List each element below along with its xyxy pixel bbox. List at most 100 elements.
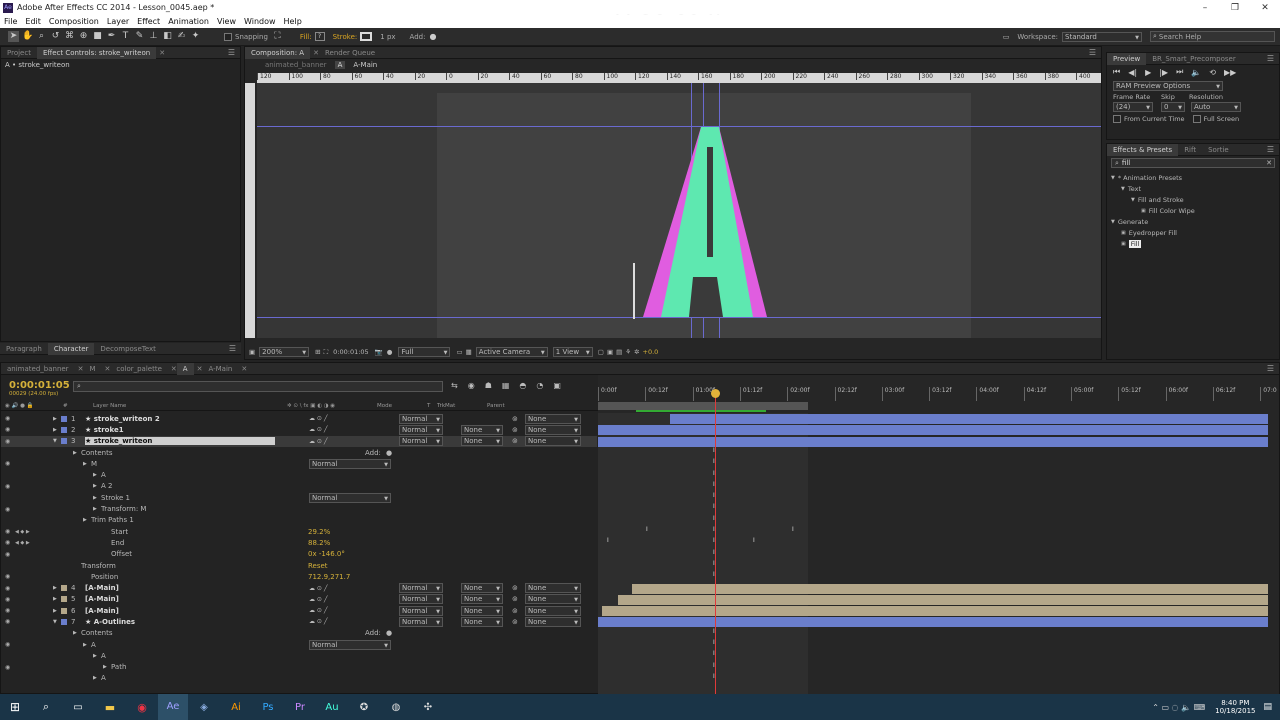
blend-mode-dropdown[interactable]: Normal (399, 413, 443, 425)
keyframe-icon[interactable]: I (607, 537, 609, 544)
timeline-timecode[interactable]: 0:00:01:05 (9, 380, 70, 391)
tab-timeline-1[interactable]: M (83, 363, 101, 375)
time-ruler[interactable]: 0:00f 00:12f 01:00f 01:12f 02:00f 02:12f 03:00… (598, 387, 1279, 401)
pickwhip-icon[interactable]: ⊚ (512, 426, 518, 434)
pickwhip-icon[interactable]: ⊚ (512, 595, 518, 603)
visibility-eye-icon[interactable]: ◉ (1, 528, 15, 535)
menu-view[interactable]: View (213, 17, 240, 26)
label-color-swatch[interactable] (61, 596, 67, 603)
panel-menu-icon[interactable]: ☰ (1267, 145, 1274, 154)
premiere-icon[interactable]: Pr (284, 702, 316, 713)
disclosure-triangle-icon[interactable]: ▶ (53, 416, 61, 422)
stroke-swatch[interactable] (360, 32, 373, 41)
ram-preview-options-dropdown[interactable]: RAM Preview Options (1113, 81, 1223, 92)
tab-render-queue[interactable]: Render Queue (319, 47, 381, 59)
layer-row[interactable]: ◉ ▶ 1 ★ stroke_writeon 2 ☁ ⊙ ╱ Normal ⊚ None (1, 413, 597, 425)
tab-preview[interactable]: Preview (1107, 52, 1147, 65)
playhead-icon[interactable] (711, 389, 720, 398)
property-row[interactable]: ◉ Position 712.9,271.7 (1, 571, 597, 582)
layer-row[interactable]: ◉ ▶ 4 [A-Main] ☁ ⊙ ╱ Normal None ⊚ None (1, 582, 597, 594)
disclosure-triangle-icon[interactable]: ▶ (103, 664, 111, 670)
disclosure-triangle-icon[interactable]: ▼ (53, 619, 61, 625)
parent-dropdown[interactable]: None (525, 436, 581, 447)
layer-duration-bar[interactable] (602, 606, 1268, 617)
property-row[interactable]: ◉ Offset 0x -146.0° (1, 549, 597, 560)
layer-name[interactable]: M (91, 460, 261, 468)
menu-composition[interactable]: Composition (45, 17, 103, 26)
layer-name[interactable]: A (101, 471, 261, 479)
app-icon[interactable]: ✣ (412, 702, 444, 713)
effects-tree-item[interactable]: ▣ Eyedropper Fill (1107, 227, 1279, 238)
layer-name[interactable]: End (111, 539, 261, 547)
visibility-eye-icon[interactable]: ◉ (1, 460, 15, 467)
trkmat-dropdown[interactable]: None (461, 605, 503, 617)
tab-composition[interactable]: Composition: A (245, 46, 311, 59)
parent-dropdown[interactable]: None (525, 605, 581, 617)
visibility-eye-icon[interactable]: ◉ (1, 438, 15, 445)
tab-sortie[interactable]: Sortie (1202, 144, 1235, 156)
disclosure-triangle-icon[interactable]: ▶ (83, 517, 91, 523)
disclosure-triangle-icon[interactable]: ▶ (83, 642, 91, 648)
property-row[interactable]: ◉ ▶ M Normal (1, 458, 597, 470)
app-icon[interactable]: ✪ (348, 702, 380, 713)
menu-edit[interactable]: Edit (21, 17, 45, 26)
blend-mode-dropdown[interactable]: Normal (399, 424, 443, 436)
property-row[interactable]: ◉ ◀ ◆ ▶ Start 29.2% (1, 526, 597, 537)
parent-dropdown[interactable]: None (525, 424, 581, 436)
letter-a-shape[interactable] (643, 127, 767, 319)
parent-dropdown[interactable]: None (525, 583, 581, 594)
property-row[interactable]: ▶ Contents Add: ● (1, 447, 597, 458)
property-row[interactable]: ◉ ◀ ◆ ▶ End 88.2% (1, 537, 597, 548)
layer-row[interactable]: ◉ ▶ 6 [A-Main] ☁ ⊙ ╱ Normal None ⊚ None (1, 605, 597, 617)
tab-effect-controls[interactable]: Effect Controls: stroke_writeon (36, 46, 157, 59)
property-value[interactable]: 712.9,271.7 (308, 573, 350, 581)
timeline-search-field[interactable]: ⌕ (73, 381, 443, 392)
layer-duration-bar[interactable] (632, 583, 1268, 594)
visibility-eye-icon[interactable]: ◉ (1, 551, 15, 558)
label-color-swatch[interactable] (61, 415, 67, 422)
frame-blending-icon[interactable]: ▦ (502, 381, 510, 390)
view-layout-dropdown[interactable]: 1 View (552, 347, 593, 358)
composition-viewer[interactable] (257, 83, 1101, 338)
disclosure-triangle-icon[interactable]: ▶ (53, 608, 61, 614)
panel-menu-icon[interactable]: ☰ (1267, 364, 1274, 373)
disclosure-triangle-icon[interactable]: ▶ (93, 495, 101, 501)
exposure-value[interactable]: +0.0 (643, 348, 659, 356)
layer-name[interactable]: A (101, 674, 261, 682)
menu-effect[interactable]: Effect (133, 17, 164, 26)
time-graph[interactable]: 0:00f 00:12f 01:00f 01:12f 02:00f 02:12f 03:00… (598, 375, 1279, 695)
audio-icon[interactable]: 🔈 (1191, 68, 1201, 77)
rectangle-tool-icon[interactable]: ■ (92, 31, 103, 42)
full-screen-checkbox[interactable] (1192, 115, 1201, 123)
start-icon[interactable]: ⊞ (0, 700, 30, 714)
pickwhip-icon[interactable]: ⊚ (512, 415, 518, 423)
hand-tool-icon[interactable]: ✋ (22, 31, 33, 42)
add-circle-icon[interactable]: ● (386, 629, 392, 637)
blend-mode-dropdown[interactable]: Normal (399, 616, 443, 628)
tab-effects-presets[interactable]: Effects & Presets (1107, 143, 1179, 156)
illustrator-icon[interactable]: Ai (220, 702, 252, 713)
layer-duration-bar[interactable] (598, 617, 1268, 628)
file-explorer-icon[interactable]: ▬ (94, 701, 126, 714)
column-mode[interactable]: Mode (377, 403, 427, 409)
visibility-eye-icon[interactable]: ◉ (1, 539, 15, 546)
effects-tree-item[interactable]: ▼ Fill and Stroke (1107, 194, 1279, 205)
layer-name[interactable]: A 2 (101, 482, 261, 490)
disclosure-triangle-icon[interactable]: ▶ (83, 461, 91, 467)
audition-icon[interactable]: Au (316, 702, 348, 713)
menu-window[interactable]: Window (240, 17, 280, 26)
property-row[interactable]: ▶ A (1, 650, 597, 661)
layer-switches[interactable]: ☁ ⊙ ╱ (309, 415, 327, 422)
menu-layer[interactable]: Layer (103, 17, 133, 26)
keyframe-icon[interactable]: I (753, 537, 755, 544)
visibility-eye-icon[interactable]: ◉ (1, 483, 15, 490)
effects-tree-item[interactable]: ▣ Fill Color Wipe (1107, 205, 1279, 216)
column-parent[interactable]: Parent (487, 403, 505, 409)
trkmat-dropdown[interactable]: None (461, 583, 503, 594)
work-area-bar[interactable] (598, 402, 808, 410)
exposure-icon[interactable]: ✲ (634, 348, 639, 356)
property-row[interactable]: ▶ Trim Paths 1 (1, 515, 597, 526)
parent-dropdown[interactable]: None (525, 616, 581, 628)
layer-row[interactable]: ◉ ▼ 7 ★ A-Outlines ☁ ⊙ ╱ Normal None ⊚ None (1, 616, 597, 628)
current-time-indicator[interactable] (715, 391, 716, 695)
